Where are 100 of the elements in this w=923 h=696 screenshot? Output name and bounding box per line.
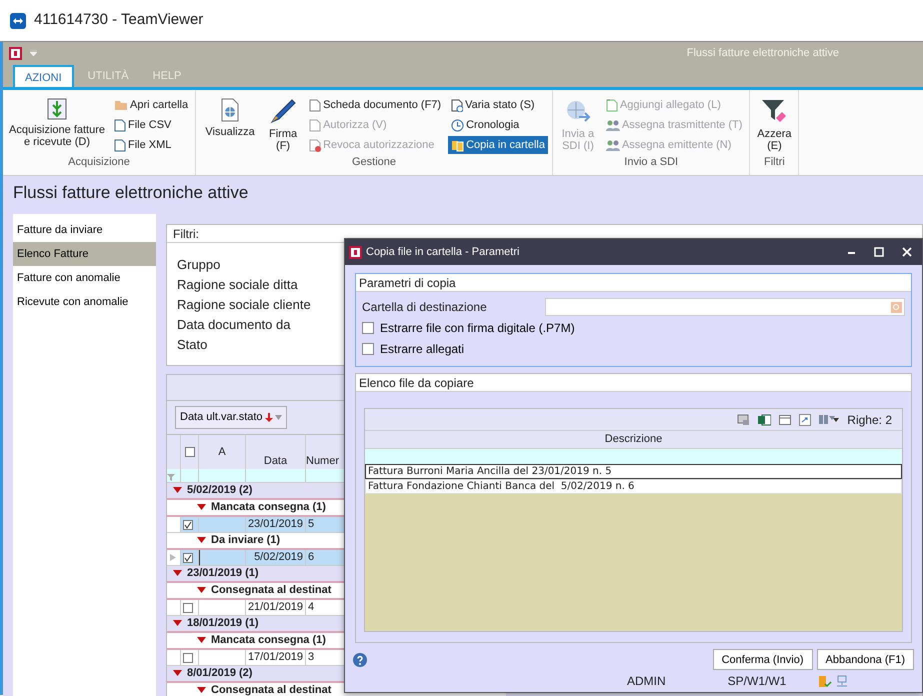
- page-title: Flussi fatture elettroniche attive: [13, 182, 250, 204]
- column-header[interactable]: Descrizione: [365, 431, 902, 449]
- ribbon-button[interactable]: Visualizza: [200, 96, 260, 154]
- people-icon: [606, 119, 620, 131]
- filter-label: Stato: [177, 336, 208, 354]
- filter-label: Gruppo: [177, 256, 220, 274]
- app-logo-icon: [349, 246, 362, 258]
- checkbox-option[interactable]: Estrarre file con firma digitale (.P7M): [362, 319, 905, 337]
- ribbon-button[interactable]: Apri cartella: [111, 96, 192, 114]
- caret-down-icon: [274, 415, 282, 420]
- sidebar-item[interactable]: Fatture con anomalie: [13, 266, 156, 290]
- ribbon-button[interactable]: Copia in cartella: [448, 136, 548, 154]
- funnel-eraser-icon: [761, 98, 788, 124]
- columns-dropdown-icon: [819, 414, 840, 425]
- row-checkbox[interactable]: [183, 520, 193, 530]
- row-count: Righe: 2: [847, 412, 892, 428]
- network-icon: [836, 674, 848, 688]
- people-icon: [606, 139, 620, 151]
- table-cell: 23/01/2019: [246, 517, 306, 533]
- status-text: SP/W1/W1: [728, 673, 786, 690]
- download-icon: [47, 98, 67, 120]
- sidebar-item[interactable]: Fatture da inviare: [13, 218, 156, 242]
- ribbon-button[interactable]: Acquisizione fatture e ricevute (D): [7, 96, 107, 154]
- filter-label: Data documento da: [177, 316, 290, 334]
- group-label: Da inviare (1): [211, 533, 280, 548]
- row-header-cell[interactable]: [167, 600, 181, 616]
- group-label: Gestione: [351, 155, 398, 170]
- ribbon-button[interactable]: File XML: [111, 136, 192, 154]
- folder-icon: [114, 99, 128, 111]
- ribbon-button[interactable]: Varia stato (S): [448, 96, 548, 114]
- ribbon-button[interactable]: Azzera (E): [754, 96, 794, 154]
- group-label: Consegnata al destinat: [211, 583, 332, 598]
- document-icon: [309, 138, 322, 152]
- document-icon: [606, 98, 618, 112]
- maximize-icon: [874, 247, 884, 257]
- filter-label: Ragione sociale ditta: [177, 276, 298, 294]
- row-header-cell[interactable]: [167, 650, 181, 666]
- group-label: 5/02/2019 (2): [187, 483, 252, 498]
- filter-cell[interactable]: [181, 469, 199, 483]
- row-pointer-icon: [169, 554, 178, 561]
- table-cell: 5/02/2019: [246, 550, 306, 566]
- group-label: Mancata consegna (1): [211, 633, 326, 648]
- quick-access-icon: [30, 50, 37, 56]
- dialog-button[interactable]: Abbandona (F1): [816, 649, 914, 670]
- row-header-cell[interactable]: [167, 550, 181, 566]
- row-checkbox[interactable]: [183, 602, 193, 612]
- app-title: Flussi fatture elettroniche attive: [686, 46, 839, 61]
- dialog-title: Copia file in cartella - Parametri: [366, 244, 520, 260]
- document-icon: [309, 118, 322, 132]
- filter-cell[interactable]: [199, 469, 246, 483]
- filter-label: Ragione sociale cliente: [177, 296, 311, 314]
- document-icon: [451, 98, 464, 112]
- sidebar-item[interactable]: Elenco Fatture: [13, 242, 156, 266]
- row-checkbox[interactable]: [183, 652, 193, 662]
- file-row[interactable]: Fattura Fondazione Chianti Banca del 5/02/2019 n. 6: [365, 479, 902, 494]
- section-header: Parametri di copia: [356, 274, 911, 292]
- group-label: 18/01/2019 (1): [187, 616, 259, 632]
- group-label: Filtri: [763, 155, 786, 170]
- field-label: Cartella di destinazione: [362, 299, 487, 316]
- section-header: Elenco file da copiare: [356, 374, 911, 392]
- pen-icon: [269, 98, 298, 124]
- check-icon: [184, 520, 192, 528]
- ribbon-button[interactable]: File CSV: [111, 116, 192, 134]
- teamviewer-icon: [10, 12, 26, 28]
- filter-cell[interactable]: [246, 469, 306, 483]
- row-checkbox[interactable]: [183, 552, 193, 562]
- checkbox-option[interactable]: Estrarre allegati: [362, 340, 905, 358]
- browse-icon: [891, 302, 902, 312]
- filter-row[interactable]: [365, 449, 902, 464]
- group-label: Acquisizione: [67, 155, 131, 170]
- ribbon-button[interactable]: Cronologia: [448, 116, 548, 134]
- window-title: 411614730 - TeamViewer: [34, 10, 204, 30]
- copy-icon: [451, 138, 464, 152]
- header-checkbox[interactable]: [184, 447, 194, 457]
- group-label: 8/01/2019 (2): [187, 666, 252, 682]
- group-label: 23/01/2019 (1): [187, 566, 259, 582]
- help-icon: [353, 652, 367, 666]
- folder-field[interactable]: [545, 298, 905, 316]
- check-icon: [184, 554, 192, 562]
- dialog-button[interactable]: Conferma (Invio): [712, 649, 812, 670]
- ribbon-tab[interactable]: AZIONI: [13, 65, 74, 87]
- status-text: ADMIN: [627, 673, 666, 690]
- ribbon-button[interactable]: Firma (F): [264, 96, 302, 154]
- table-cell: 21/01/2019: [246, 600, 306, 616]
- ribbon-button[interactable]: Scheda documento (F7): [306, 96, 444, 114]
- group-label: Mancata consegna (1): [211, 500, 326, 516]
- file-row[interactable]: Fattura Burroni Maria Ancilla del 23/01/2019 n. 5: [365, 464, 902, 479]
- sort-chip[interactable]: Data ult.var.stato: [175, 406, 287, 429]
- globe-document-icon: [220, 98, 240, 122]
- close-icon: [902, 247, 912, 257]
- group-label: Invio a SDI: [623, 155, 680, 170]
- sidebar-item[interactable]: Ricevute con anomalie: [13, 290, 156, 314]
- app-logo-icon: [9, 46, 22, 60]
- globe-arrow-icon: [564, 98, 591, 124]
- table-cell: 17/01/2019: [246, 650, 306, 666]
- sort-arrow-icon: [264, 413, 273, 422]
- document-icon: [309, 98, 322, 112]
- row-header-cell[interactable]: [167, 517, 181, 533]
- table-icon: [779, 414, 792, 424]
- filter-icon: [167, 474, 175, 481]
